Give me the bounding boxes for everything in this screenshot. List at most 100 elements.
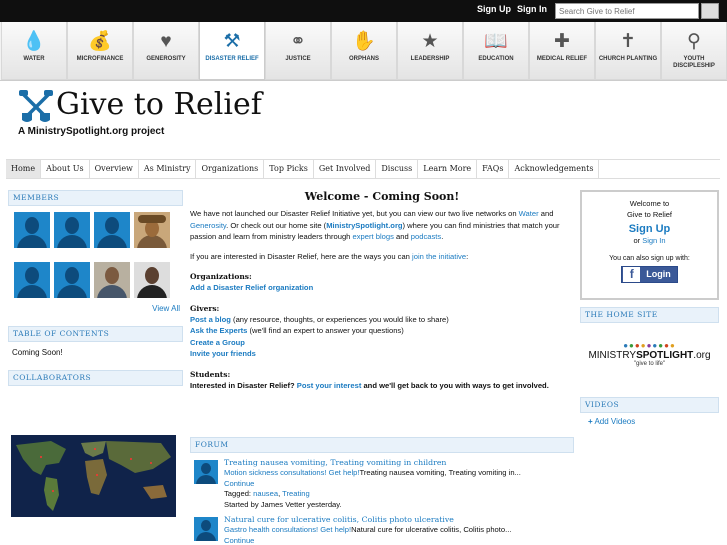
generosity-link[interactable]: Generosity — [190, 221, 226, 230]
join-initiative-link[interactable]: join the initiative — [412, 252, 466, 261]
nav-home[interactable]: Home — [6, 160, 42, 178]
toc-body: Coming Soon! — [12, 348, 63, 357]
site-title: Give to Relief — [56, 87, 262, 122]
cause-tab-water[interactable]: 💧 WATER — [1, 22, 67, 80]
money-bag-icon: 💰 — [88, 31, 112, 52]
water-drop-icon: 💧 — [22, 31, 46, 52]
post-author-avatar[interactable] — [194, 460, 218, 484]
cause-tab-microfinance[interactable]: 💰 MICROFINANCE — [67, 22, 133, 80]
star-icon: ★ — [421, 31, 439, 52]
water-link[interactable]: Water — [519, 209, 539, 218]
forum-post-title[interactable]: Natural cure for ulcerative colitis, Col… — [224, 515, 454, 524]
cause-tab-leadership[interactable]: ★ LEADERSHIP — [397, 22, 463, 80]
nav-as-ministry[interactable]: As Ministry — [139, 160, 197, 178]
signup-box: Welcome to Give to Relief Sign Up or Sig… — [580, 190, 719, 300]
medical-cross-icon: ✚ — [554, 31, 570, 52]
nav-organizations[interactable]: Organizations — [196, 160, 265, 178]
add-videos-link[interactable]: Add Videos — [594, 417, 635, 426]
podcasts-link[interactable]: podcasts — [411, 232, 441, 241]
ministryspotlight-link[interactable]: MinistrySpotlight.org — [326, 221, 402, 230]
forum-post: Natural cure for ulcerative colitis, Col… — [190, 514, 574, 545]
videos-header: VIDEOS — [580, 397, 719, 413]
signin-link[interactable]: Sign In — [517, 4, 547, 14]
crossed-shovels-icon — [19, 90, 53, 122]
cause-tab-youth-discipleship[interactable]: ⚲ YOUTH DISCIPLESHIP — [661, 22, 727, 80]
tag-link[interactable]: nausea — [253, 489, 278, 498]
world-map-image — [11, 435, 176, 517]
cause-tab-education[interactable]: 📖 EDUCATION — [463, 22, 529, 80]
book-icon: 📖 — [484, 31, 508, 52]
nav-faqs[interactable]: FAQs — [477, 160, 510, 178]
handcuffs-icon: ⚭ — [290, 31, 306, 52]
member-avatar[interactable] — [134, 212, 170, 248]
nav-overview[interactable]: Overview — [90, 160, 139, 178]
member-avatar[interactable] — [94, 212, 130, 248]
right-sidebar: Welcome to Give to Relief Sign Up or Sig… — [580, 190, 719, 430]
nav-discuss[interactable]: Discuss — [376, 160, 419, 178]
organizations-label: Organizations: — [190, 272, 252, 281]
member-avatar[interactable] — [54, 212, 90, 248]
shovels-icon: ⚒ — [223, 31, 241, 52]
post-meta: Started by James Vetter yesterday. — [224, 499, 342, 509]
facebook-login-button[interactable]: f Login — [621, 266, 678, 283]
post-blog-link[interactable]: Post a blog — [190, 315, 231, 324]
church-cross-icon: ✝ — [620, 31, 636, 52]
continue-link[interactable]: Continue — [224, 479, 254, 488]
post-author-avatar[interactable] — [194, 517, 218, 541]
cause-tab-orphans[interactable]: ✋ ORPHANS — [331, 22, 397, 80]
nav-get-involved[interactable]: Get Involved — [314, 160, 377, 178]
main-content: Welcome - Coming Soon! We have not launc… — [190, 190, 574, 391]
expert-blogs-link[interactable]: expert blogs — [353, 232, 394, 241]
welcome-heading: Welcome - Coming Soon! — [304, 190, 460, 203]
cause-tab-church-planting[interactable]: ✝ CHURCH PLANTING — [595, 22, 661, 80]
facebook-icon: f — [623, 267, 641, 282]
member-avatar[interactable] — [14, 212, 50, 248]
create-group-link[interactable]: Create a Group — [190, 338, 245, 347]
cause-icons-strip: ●●●●●●●●● — [623, 341, 676, 350]
view-all-members-link[interactable]: View All — [152, 304, 180, 313]
forum-post-link[interactable]: Motion sickness consultations! Get help! — [224, 468, 360, 477]
tag-link[interactable]: Treating — [282, 489, 310, 498]
forum-post-link[interactable]: Gastro health consultations! Get help! — [224, 525, 351, 534]
hands-icon: ✋ — [352, 31, 376, 52]
ask-experts-link[interactable]: Ask the Experts — [190, 326, 247, 335]
students-label: Students: — [190, 369, 231, 379]
sidebar-signup-link[interactable]: Sign Up — [629, 223, 671, 235]
sidebar-signin-link[interactable]: Sign In — [642, 236, 665, 245]
forum-section: FORUM Treating nausea vomiting, Treating… — [190, 437, 574, 545]
post-interest-link[interactable]: Post your interest — [297, 381, 362, 390]
ministryspotlight-logo[interactable]: ●●●●●●●●● MINISTRYSPOTLIGHT.org "give to… — [580, 323, 719, 395]
search-button[interactable] — [701, 3, 719, 19]
nav-top-picks[interactable]: Top Picks — [264, 160, 314, 178]
toc-header: TABLE OF CONTENTS — [8, 326, 183, 342]
nav-learn-more[interactable]: Learn More — [418, 160, 478, 178]
invite-friends-link[interactable]: Invite your friends — [190, 349, 256, 358]
join-paragraph: If you are interested in Disaster Relief… — [190, 251, 469, 261]
members-header: MEMBERS — [8, 190, 183, 206]
cause-tab-generosity[interactable]: ♥ GENEROSITY — [133, 22, 199, 80]
top-bar: Sign Up Sign In — [0, 0, 727, 22]
cause-tab-justice[interactable]: ⚭ JUSTICE — [265, 22, 331, 80]
nav-about-us[interactable]: About Us — [41, 160, 90, 178]
plus-icon: + — [588, 417, 593, 426]
intro-paragraph: We have not launched our Disaster Relief… — [190, 209, 560, 241]
forum-header: FORUM — [190, 437, 574, 453]
search-input[interactable] — [555, 3, 699, 19]
forum-post-title[interactable]: Treating nausea vomiting, Treating vomit… — [224, 458, 446, 467]
member-avatar[interactable] — [94, 261, 130, 298]
heart-icon: ♥ — [160, 31, 172, 52]
add-organization-link[interactable]: Add a Disaster Relief organization — [190, 283, 313, 292]
member-avatar[interactable] — [14, 261, 50, 298]
member-avatar[interactable] — [134, 261, 170, 298]
collaborators-world-map[interactable] — [11, 435, 176, 517]
members-grid — [8, 206, 183, 308]
main-nav: Home About Us Overview As Ministry Organ… — [6, 159, 720, 179]
continue-link[interactable]: Continue — [224, 536, 254, 545]
signup-link[interactable]: Sign Up — [477, 4, 511, 14]
cause-tabs: 💧 WATER 💰 MICROFINANCE ♥ GENEROSITY ⚒ DISAST… — [0, 22, 727, 81]
cause-tab-medical-relief[interactable]: ✚ MEDICAL RELIEF — [529, 22, 595, 80]
givers-label: Givers: — [190, 303, 220, 313]
cause-tab-disaster-relief[interactable]: ⚒ DISASTER RELIEF — [199, 22, 265, 80]
member-avatar[interactable] — [54, 261, 90, 298]
nav-acknowledgements[interactable]: Acknowledgements — [509, 160, 600, 178]
